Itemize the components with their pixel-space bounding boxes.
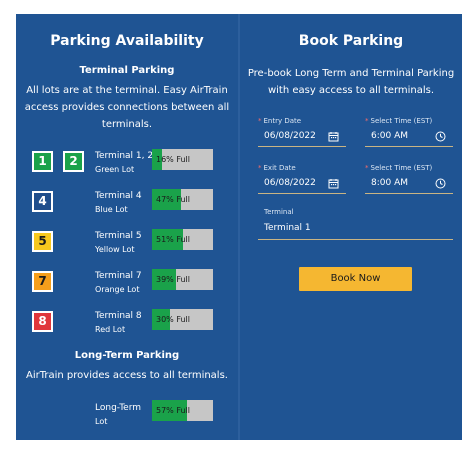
field-underline bbox=[365, 146, 453, 147]
occupancy-label: 51% Full bbox=[156, 235, 191, 244]
required-mark: * bbox=[258, 164, 262, 172]
label-text: Exit Date bbox=[263, 164, 296, 172]
occupancy-bar: 51% Full bbox=[152, 229, 213, 250]
occupancy-bar: 39% Full bbox=[152, 269, 213, 290]
clock-icon[interactable] bbox=[435, 131, 446, 142]
calendar-icon[interactable] bbox=[328, 131, 339, 142]
terminal-label: Terminal bbox=[264, 208, 294, 216]
terminal-badge: 7 bbox=[32, 271, 53, 292]
exit-time-label: * Select Time (EST) bbox=[365, 164, 432, 172]
longterm-lot-sub: Lot bbox=[95, 417, 108, 426]
label-text: Select Time (EST) bbox=[370, 164, 433, 172]
field-underline bbox=[258, 146, 346, 147]
required-mark: * bbox=[365, 117, 369, 125]
exit-date-value[interactable]: 06/08/2022 bbox=[264, 178, 316, 188]
field-underline bbox=[258, 193, 346, 194]
label-text: Entry Date bbox=[263, 117, 302, 125]
occupancy-label: 30% Full bbox=[156, 315, 191, 324]
entry-date-label: * Entry Date bbox=[258, 117, 301, 125]
occupancy-bar: 16% Full bbox=[152, 149, 213, 170]
terminal-parking-heading: Terminal Parking bbox=[79, 65, 175, 76]
lot-terminal-name: Terminal 4 bbox=[95, 191, 142, 201]
longterm-parking-heading: Long-Term Parking bbox=[74, 350, 180, 361]
desc-line: with easy access to all terminals. bbox=[267, 85, 435, 96]
occupancy-label: 16% Full bbox=[156, 155, 191, 164]
lot-terminal-name: Terminal 7 bbox=[95, 271, 142, 281]
entry-date-value[interactable]: 06/08/2022 bbox=[264, 131, 316, 141]
lot-name: Blue Lot bbox=[95, 205, 128, 214]
longterm-parking-description: AirTrain provides access to all terminal… bbox=[26, 370, 228, 381]
lot-name: Red Lot bbox=[95, 325, 126, 334]
lot-terminal-name: Terminal 8 bbox=[95, 311, 142, 321]
entry-time-value[interactable]: 6:00 AM bbox=[371, 131, 408, 141]
booking-title: Book Parking bbox=[298, 33, 404, 49]
lot-terminal-name: Terminal 5 bbox=[95, 231, 142, 241]
exit-time-value[interactable]: 8:00 AM bbox=[371, 178, 408, 188]
calendar-icon[interactable] bbox=[328, 178, 339, 189]
desc-line: terminals. bbox=[101, 119, 153, 130]
lot-name: Green Lot bbox=[95, 165, 135, 174]
required-mark: * bbox=[365, 164, 369, 172]
terminal-badge: 5 bbox=[32, 231, 53, 252]
desc-line: All lots are at the terminal. Easy AirTr… bbox=[26, 85, 228, 96]
entry-time-label: * Select Time (EST) bbox=[365, 117, 432, 125]
terminal-badge: 8 bbox=[32, 311, 53, 332]
required-mark: * bbox=[258, 117, 262, 125]
booking-description: Pre-book Long Term and Terminal Parking … bbox=[240, 65, 462, 99]
book-now-button[interactable]: Book Now bbox=[299, 267, 412, 291]
occupancy-bar: 30% Full bbox=[152, 309, 213, 330]
field-underline bbox=[258, 239, 453, 240]
occupancy-label: 39% Full bbox=[156, 275, 191, 284]
exit-date-label: * Exit Date bbox=[258, 164, 296, 172]
lot-name: Yellow Lot bbox=[95, 245, 135, 254]
occupancy-label: 57% Full bbox=[156, 406, 191, 415]
terminal-badge: 2 bbox=[63, 151, 84, 172]
desc-line: access provides connections between all bbox=[24, 102, 230, 113]
clock-icon[interactable] bbox=[435, 178, 446, 189]
terminal-parking-description: All lots are at the terminal. Easy AirTr… bbox=[16, 82, 238, 133]
occupancy-bar: 47% Full bbox=[152, 189, 213, 210]
longterm-occupancy-bar: 57% Full bbox=[152, 400, 213, 421]
occupancy-label: 47% Full bbox=[156, 195, 191, 204]
terminal-badge: 1 bbox=[32, 151, 53, 172]
lot-terminal-name: Terminal 1, 2 bbox=[95, 151, 154, 161]
field-underline bbox=[365, 193, 453, 194]
availability-title: Parking Availability bbox=[50, 33, 204, 49]
terminal-select-value[interactable]: Terminal 1 bbox=[264, 223, 311, 233]
lot-name: Orange Lot bbox=[95, 285, 140, 294]
desc-line: Pre-book Long Term and Terminal Parking bbox=[247, 68, 455, 79]
longterm-lot-name: Long-Term bbox=[95, 403, 142, 413]
label-text: Select Time (EST) bbox=[370, 117, 433, 125]
terminal-badge: 4 bbox=[32, 191, 53, 212]
